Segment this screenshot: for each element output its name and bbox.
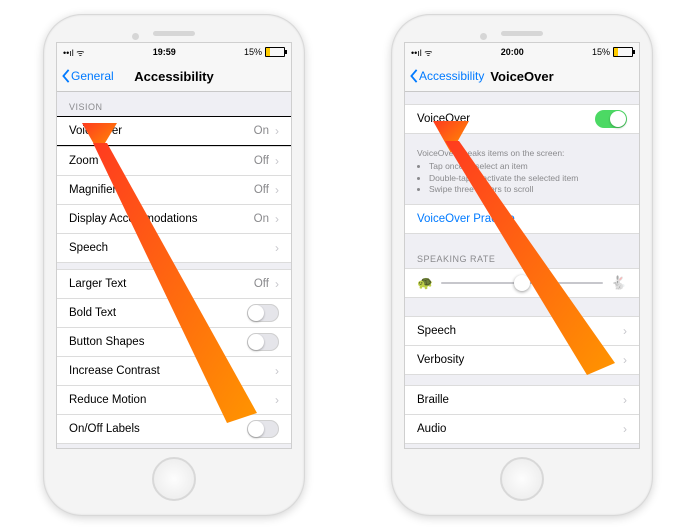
chevron-right-icon: › bbox=[623, 324, 627, 338]
row-label: VoiceOver bbox=[417, 113, 470, 125]
row-label: Zoom bbox=[69, 155, 98, 167]
toggle-bold-text[interactable] bbox=[247, 304, 279, 322]
chevron-right-icon: › bbox=[275, 154, 279, 168]
row-increase-contrast[interactable]: Increase Contrast › bbox=[57, 356, 291, 385]
chevron-right-icon: › bbox=[275, 393, 279, 407]
status-bar: ••ıl ᯤ 19:59 15% bbox=[57, 43, 291, 61]
battery-icon bbox=[265, 47, 285, 57]
toggle-onoff-labels[interactable] bbox=[247, 420, 279, 438]
row-label: Speech bbox=[69, 242, 108, 254]
back-button[interactable]: Accessibility bbox=[405, 69, 484, 83]
status-time: 20:00 bbox=[501, 47, 524, 57]
row-value: On bbox=[254, 213, 269, 225]
row-voiceover-toggle[interactable]: VoiceOver bbox=[405, 104, 639, 134]
battery-icon bbox=[613, 47, 633, 57]
row-label: Display Accommodations bbox=[69, 213, 197, 225]
row-magnifier[interactable]: Magnifier Off › bbox=[57, 175, 291, 204]
chevron-right-icon: › bbox=[275, 183, 279, 197]
row-onoff-labels[interactable]: On/Off Labels bbox=[57, 414, 291, 444]
back-button[interactable]: General bbox=[57, 69, 114, 83]
section-header-vision: VISION bbox=[57, 92, 291, 116]
turtle-icon: 🐢 bbox=[417, 275, 433, 291]
row-speech[interactable]: Speech › bbox=[405, 316, 639, 345]
nav-bar: General Accessibility bbox=[57, 61, 291, 92]
chevron-right-icon: › bbox=[275, 364, 279, 378]
row-value: On bbox=[254, 125, 269, 137]
row-label: Button Shapes bbox=[69, 336, 144, 348]
section-header-speaking-rate: SPEAKING RATE bbox=[405, 244, 639, 268]
chevron-right-icon: › bbox=[623, 393, 627, 407]
battery-pct: 15% bbox=[592, 47, 610, 57]
row-speech[interactable]: Speech › bbox=[57, 233, 291, 263]
iphone-left: ••ıl ᯤ 19:59 15% General Accessibility V… bbox=[44, 15, 304, 515]
row-label: Braille bbox=[417, 394, 449, 406]
signal-icon: ••ıl ᯤ bbox=[63, 46, 85, 59]
toggle-button-shapes[interactable] bbox=[247, 333, 279, 351]
row-larger-text[interactable]: Larger Text Off › bbox=[57, 269, 291, 298]
row-braille[interactable]: Braille › bbox=[405, 385, 639, 414]
back-label: General bbox=[71, 69, 114, 83]
home-button[interactable] bbox=[152, 457, 196, 501]
chevron-right-icon: › bbox=[275, 124, 279, 138]
nav-bar: Accessibility VoiceOver bbox=[405, 61, 639, 92]
row-voiceover[interactable]: VoiceOver On › bbox=[57, 116, 291, 146]
voiceover-hint: VoiceOver speaks items on the screen: Ta… bbox=[405, 144, 639, 198]
row-label: VoiceOver bbox=[69, 125, 122, 137]
speaking-rate-slider[interactable]: 🐢 🐇 bbox=[405, 268, 639, 298]
row-label: VoiceOver Practice bbox=[417, 213, 515, 225]
back-label: Accessibility bbox=[419, 69, 484, 83]
row-label: Speech bbox=[417, 325, 456, 337]
row-label: Magnifier bbox=[69, 184, 116, 196]
chevron-right-icon: › bbox=[275, 212, 279, 226]
voiceover-practice-button[interactable]: VoiceOver Practice bbox=[405, 204, 639, 234]
row-bold-text[interactable]: Bold Text bbox=[57, 298, 291, 327]
home-button[interactable] bbox=[500, 457, 544, 501]
row-value: Off bbox=[254, 278, 269, 290]
chevron-right-icon: › bbox=[623, 422, 627, 436]
row-label: Bold Text bbox=[69, 307, 116, 319]
row-verbosity[interactable]: Verbosity › bbox=[405, 345, 639, 375]
row-button-shapes[interactable]: Button Shapes bbox=[57, 327, 291, 356]
chevron-right-icon: › bbox=[275, 241, 279, 255]
row-label: Verbosity bbox=[417, 354, 464, 366]
status-bar: ••ıl ᯤ 20:00 15% bbox=[405, 43, 639, 61]
row-zoom[interactable]: Zoom Off › bbox=[57, 146, 291, 175]
battery-pct: 15% bbox=[244, 47, 262, 57]
chevron-left-icon bbox=[61, 69, 71, 83]
row-label: Reduce Motion bbox=[69, 394, 146, 406]
row-audio[interactable]: Audio › bbox=[405, 414, 639, 444]
chevron-right-icon: › bbox=[623, 353, 627, 367]
row-label: Larger Text bbox=[69, 278, 126, 290]
chevron-right-icon: › bbox=[275, 277, 279, 291]
iphone-right: ••ıl ᯤ 20:00 15% Accessibility VoiceOver… bbox=[392, 15, 652, 515]
row-reduce-motion[interactable]: Reduce Motion › bbox=[57, 385, 291, 414]
status-time: 19:59 bbox=[153, 47, 176, 57]
rabbit-icon: 🐇 bbox=[611, 275, 627, 291]
row-value: Off bbox=[254, 155, 269, 167]
row-value: Off bbox=[254, 184, 269, 196]
row-label: On/Off Labels bbox=[69, 423, 140, 435]
row-label: Audio bbox=[417, 423, 446, 435]
row-display-accommodations[interactable]: Display Accommodations On › bbox=[57, 204, 291, 233]
toggle-voiceover[interactable] bbox=[595, 110, 627, 128]
signal-icon: ••ıl ᯤ bbox=[411, 46, 433, 59]
row-label: Increase Contrast bbox=[69, 365, 160, 377]
chevron-left-icon bbox=[409, 69, 419, 83]
